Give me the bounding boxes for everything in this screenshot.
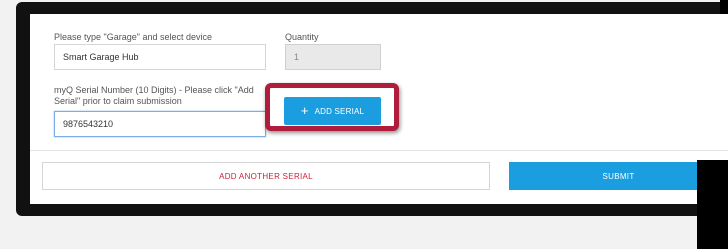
serial-label-line2: Serial" prior to claim submission: [54, 96, 182, 106]
submit-button[interactable]: SUBMIT: [509, 162, 728, 190]
device-input[interactable]: Smart Garage Hub: [54, 44, 266, 70]
plus-icon: +: [300, 103, 309, 118]
serial-number-input[interactable]: 9876543210: [54, 111, 266, 137]
dark-corner-block: [697, 160, 728, 249]
quantity-label: Quantity: [285, 32, 319, 42]
add-serial-button[interactable]: + ADD SERIAL: [284, 97, 381, 125]
device-label: Please type "Garage" and select device: [54, 32, 212, 42]
add-another-serial-button[interactable]: ADD ANOTHER SERIAL: [42, 162, 490, 190]
form-divider: [30, 150, 728, 151]
quantity-input: 1: [285, 44, 381, 70]
serial-label-line1: myQ Serial Number (10 Digits) - Please c…: [54, 85, 254, 95]
add-serial-label: ADD SERIAL: [314, 106, 365, 116]
